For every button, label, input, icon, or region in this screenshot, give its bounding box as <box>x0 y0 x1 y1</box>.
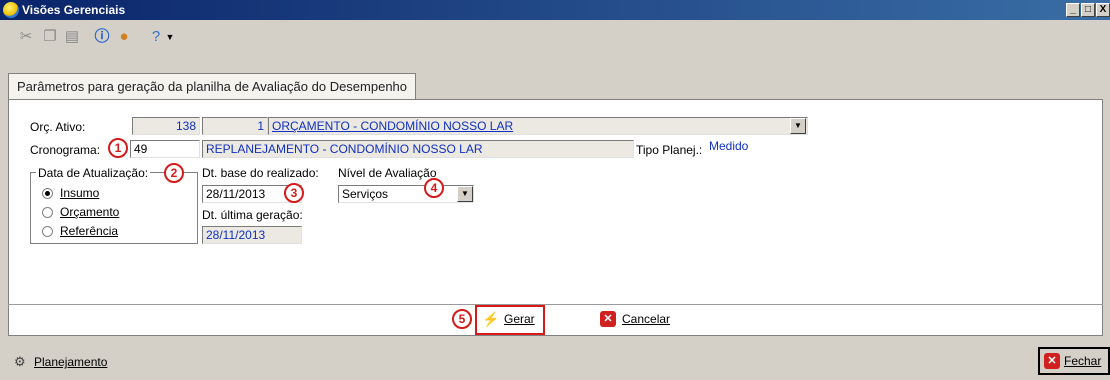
radio-insumo-label[interactable]: Insumo <box>60 186 99 200</box>
cut-icon[interactable]: ✂ <box>16 27 36 47</box>
user-icon[interactable]: ● <box>114 27 134 47</box>
cronograma-input[interactable]: 49 <box>130 140 200 158</box>
title-bar: Visões Gerenciais _ □ X <box>0 0 1110 20</box>
orc-description-select[interactable]: ORÇAMENTO - CONDOMÍNIO NOSSO LAR <box>268 117 808 135</box>
cancelar-button[interactable]: ✕ Cancelar <box>598 307 688 333</box>
cancel-icon: ✕ <box>600 311 616 327</box>
tipo-planej-value: Medido <box>706 138 806 156</box>
gerar-label: Gerar <box>504 312 535 326</box>
help-icon[interactable]: ? <box>146 27 166 47</box>
step-badge-5: 5 <box>452 309 472 329</box>
orc-ativo-label: Orç. Ativo: <box>30 120 86 134</box>
tipo-planej-label: Tipo Planej.: <box>636 143 703 157</box>
cancelar-label: Cancelar <box>622 312 671 326</box>
tab-parametros[interactable]: Parâmetros para geração da planilha de A… <box>8 73 417 99</box>
window-title: Visões Gerenciais <box>22 3 126 17</box>
app-icon <box>3 2 19 18</box>
nivel-avaliacao-select[interactable]: Serviços <box>338 185 474 203</box>
close-icon: ✕ <box>1044 353 1060 369</box>
nivel-dropdown-button[interactable]: ▼ <box>457 186 473 202</box>
status-bar <box>0 344 1110 380</box>
fechar-label: Fechar <box>1064 354 1102 368</box>
dropdown-arrow-icon[interactable]: ▼ <box>164 27 176 47</box>
orc-code-field: 138 <box>132 117 200 135</box>
radio-orcamento-label[interactable]: Orçamento <box>60 205 119 219</box>
lightning-icon: ⚡ <box>482 311 500 327</box>
radio-orcamento[interactable] <box>42 207 53 218</box>
orc-number-field: 1 <box>202 117 268 135</box>
nivel-avaliacao-label: Nível de Avaliação <box>338 166 437 180</box>
cronograma-description: REPLANEJAMENTO - CONDOMÍNIO NOSSO LAR <box>202 140 634 158</box>
orc-dropdown-button[interactable]: ▼ <box>790 118 806 134</box>
planejamento-icon: ⚙ <box>14 354 26 369</box>
info-icon[interactable]: ⓘ <box>92 27 112 47</box>
maximize-button[interactable]: □ <box>1081 3 1095 17</box>
dt-ultima-label: Dt. última geração: <box>202 208 303 222</box>
cronograma-label: Cronograma: <box>30 143 101 157</box>
step-badge-3: 3 <box>284 183 304 203</box>
radio-insumo[interactable] <box>42 188 53 199</box>
step-badge-2: 2 <box>164 163 184 183</box>
action-separator <box>8 304 1103 305</box>
fechar-button[interactable]: ✕ Fechar <box>1038 347 1110 375</box>
radio-referencia-label[interactable]: Referência <box>60 224 118 238</box>
close-button[interactable]: X <box>1096 3 1110 17</box>
paste-icon[interactable]: ▤ <box>62 27 82 47</box>
data-atualizacao-label: Data de Atualização: <box>36 166 151 180</box>
dt-ultima-value: 28/11/2013 <box>202 226 302 244</box>
gerar-button[interactable]: ⚡ Gerar <box>480 307 540 333</box>
step-badge-4: 4 <box>424 178 444 198</box>
planejamento-link[interactable]: Planejamento <box>34 355 107 369</box>
copy-icon[interactable]: ❐ <box>40 27 60 47</box>
radio-referencia[interactable] <box>42 226 53 237</box>
dt-base-label: Dt. base do realizado: <box>202 166 319 180</box>
minimize-button[interactable]: _ <box>1066 3 1080 17</box>
step-badge-1: 1 <box>108 138 128 158</box>
